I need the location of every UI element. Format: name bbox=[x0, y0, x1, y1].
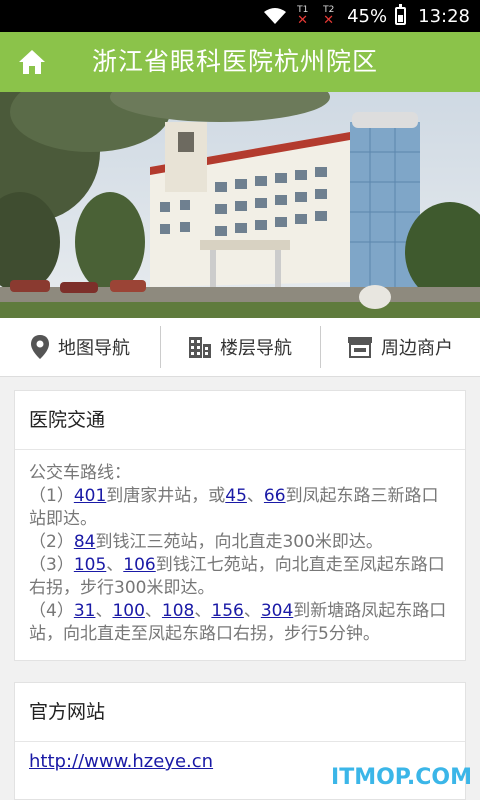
bus-link-304[interactable]: 304 bbox=[261, 601, 293, 621]
battery-percent: 45% bbox=[347, 5, 388, 27]
website-link[interactable]: http://www.hzeye.cn bbox=[29, 751, 213, 772]
bus-route-2: （2）84到钱江三苑站，向北直走300米即达。 bbox=[29, 532, 383, 552]
bus-link-100[interactable]: 100 bbox=[112, 601, 144, 621]
bus-link-45[interactable]: 45 bbox=[225, 486, 247, 506]
bus-link-105[interactable]: 105 bbox=[74, 555, 106, 575]
nearby-shops-button[interactable]: 周边商户 bbox=[320, 318, 480, 376]
bus-link-31[interactable]: 31 bbox=[74, 601, 96, 621]
floor-navigation-label: 楼层导航 bbox=[220, 338, 292, 359]
bus-link-66[interactable]: 66 bbox=[264, 486, 286, 506]
bus-link-84[interactable]: 84 bbox=[74, 532, 96, 552]
bus-link-106[interactable]: 106 bbox=[123, 555, 155, 575]
app-header: 浙江省眼科医院杭州院区 bbox=[0, 32, 480, 92]
battery-icon bbox=[395, 4, 407, 25]
building-icon bbox=[189, 337, 211, 358]
bus-link-401[interactable]: 401 bbox=[74, 486, 106, 506]
feature-nav: 地图导航 楼层导航 周边商户 bbox=[0, 318, 480, 377]
home-icon bbox=[19, 50, 45, 74]
home-button[interactable] bbox=[0, 32, 64, 92]
sim1-icon: T1 ✕ bbox=[297, 5, 309, 28]
map-navigation-button[interactable]: 地图导航 bbox=[0, 318, 160, 376]
shop-icon bbox=[348, 337, 372, 358]
hospital-photo bbox=[0, 92, 480, 318]
floor-navigation-button[interactable]: 楼层导航 bbox=[160, 318, 320, 376]
transport-title: 医院交通 bbox=[15, 391, 465, 450]
map-navigation-label: 地图导航 bbox=[58, 338, 130, 359]
clock: 13:28 bbox=[418, 5, 470, 27]
website-title: 官方网站 bbox=[15, 683, 465, 742]
watermark: ITMOP.COM bbox=[331, 765, 472, 790]
transport-card: 医院交通 公交车路线： （1）401到唐家井站，或45、66到凤起东路三新路口站… bbox=[14, 390, 466, 661]
transport-body: 公交车路线： （1）401到唐家井站，或45、66到凤起东路三新路口站即达。 （… bbox=[15, 450, 465, 660]
wifi-icon bbox=[264, 8, 287, 24]
status-bar: T1 ✕ T2 ✕ 45% 13:28 bbox=[0, 0, 480, 32]
page-title: 浙江省眼科医院杭州院区 bbox=[92, 47, 379, 76]
location-pin-icon bbox=[31, 335, 49, 359]
bus-link-108[interactable]: 108 bbox=[162, 601, 194, 621]
sim2-icon: T2 ✕ bbox=[323, 5, 335, 28]
bus-route-1: （1）401到唐家井站，或45、66到凤起东路三新路口站即达。 bbox=[29, 486, 439, 529]
bus-routes-intro: 公交车路线： bbox=[29, 463, 131, 483]
bus-route-4: （4）31、100、108、156、304到新塘路凤起东路口站，向北直走至凤起东… bbox=[29, 601, 447, 644]
bus-link-156[interactable]: 156 bbox=[211, 601, 243, 621]
nearby-shops-label: 周边商户 bbox=[381, 338, 453, 359]
bus-route-3: （3）105、106到钱江七苑站，向北直走至凤起东路口右拐，步行300米即达。 bbox=[29, 555, 445, 598]
